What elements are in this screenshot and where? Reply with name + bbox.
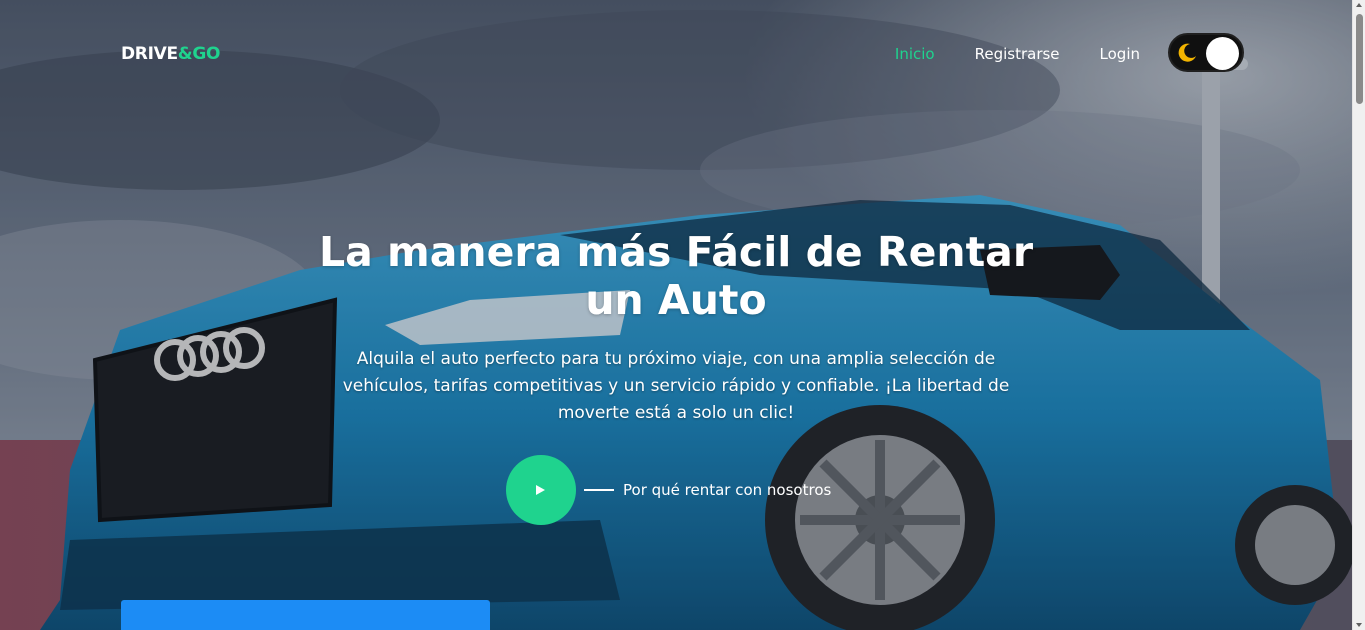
nav-link-inicio[interactable]: Inicio [895, 45, 935, 63]
page-scrollbar[interactable] [1352, 0, 1365, 630]
cta-row: Por qué rentar con nosotros [506, 455, 831, 525]
nav-link-registrarse[interactable]: Registrarse [975, 45, 1060, 63]
scroll-down-arrow-icon[interactable] [1356, 623, 1362, 627]
hero-subtitle: Alquila el auto perfecto para tu próximo… [342, 349, 1010, 423]
theme-toggle[interactable] [1168, 33, 1244, 72]
logo[interactable]: DRIVE&GO [121, 44, 220, 64]
nav-link-login[interactable]: Login [1100, 45, 1140, 63]
toggle-knob [1206, 37, 1239, 70]
logo-accent: &GO [177, 44, 221, 64]
logo-main: DRIVE [121, 44, 178, 64]
scroll-up-arrow-icon[interactable] [1356, 3, 1362, 7]
moon-icon [1175, 41, 1199, 65]
cta-divider-line [584, 489, 614, 491]
why-rent-link[interactable]: Por qué rentar con nosotros [623, 481, 831, 499]
search-panel [121, 600, 490, 630]
hero-content: La manera más Fácil de Rentar un Auto Al… [300, 228, 1052, 427]
page: DRIVE&GO Inicio Registrarse Login La man… [0, 0, 1365, 630]
play-video-button[interactable] [506, 455, 576, 525]
scroll-thumb[interactable] [1356, 14, 1363, 104]
navbar: DRIVE&GO Inicio Registrarse Login [0, 0, 1352, 110]
play-icon [536, 485, 545, 495]
hero-title: La manera más Fácil de Rentar un Auto [318, 228, 1034, 324]
nav-links: Inicio Registrarse Login [895, 45, 1140, 63]
